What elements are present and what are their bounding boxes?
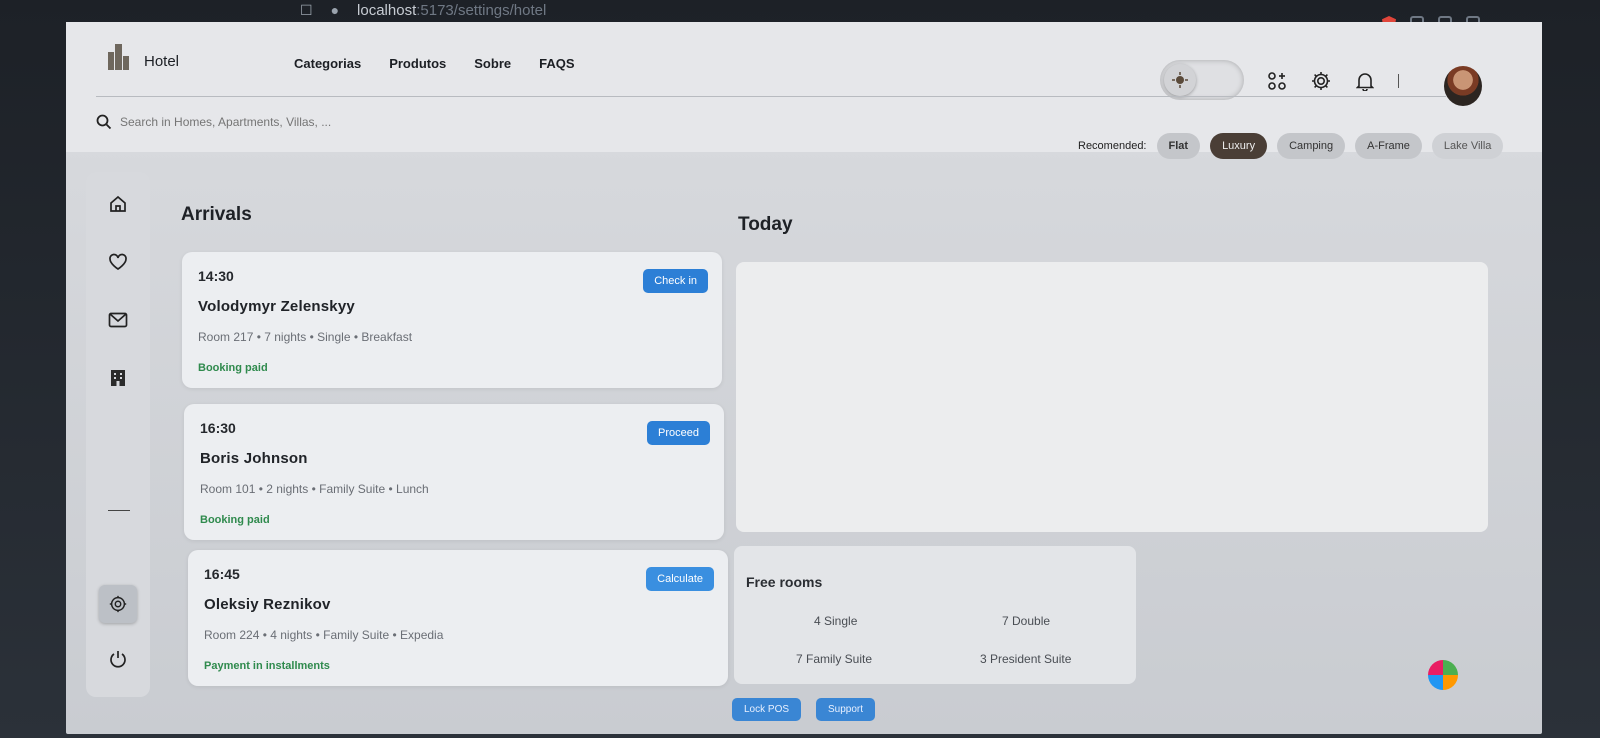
calculate-button[interactable]: Calculate <box>646 567 714 591</box>
url-text[interactable]: localhost:5173/settings/hotel <box>357 2 546 19</box>
guest-name: Volodymyr Zelenskyy <box>198 298 355 315</box>
home-icon[interactable] <box>99 185 137 223</box>
sidebar <box>86 172 150 697</box>
top-icons <box>1266 70 1399 92</box>
search-icon[interactable] <box>96 114 112 130</box>
bookmark-icon[interactable]: ☐ <box>300 2 313 19</box>
search-bar <box>96 114 380 130</box>
heart-icon[interactable] <box>99 243 137 281</box>
mail-icon[interactable] <box>99 301 137 339</box>
assistant-icon[interactable] <box>1428 660 1458 690</box>
free-room-count: 7 Family Suite <box>796 652 873 666</box>
navbar-divider <box>1398 74 1399 88</box>
building-icon[interactable] <box>99 359 137 397</box>
payment-status: Booking paid <box>200 514 270 526</box>
power-icon[interactable] <box>99 640 137 678</box>
arrival-time: 14:30 <box>198 268 234 284</box>
support-button[interactable]: Support <box>816 698 876 721</box>
menu-item-sobre[interactable]: Sobre <box>474 56 511 71</box>
arrival-card: 16:30 Boris Johnson Room 101 • 2 nights … <box>184 404 724 540</box>
theme-toggle[interactable] <box>1160 60 1244 100</box>
arrivals-heading: Arrivals <box>181 204 252 225</box>
free-rooms-title: Free rooms <box>746 574 823 590</box>
guest-name: Boris Johnson <box>200 450 308 467</box>
sidebar-divider <box>108 510 130 511</box>
gear-icon[interactable] <box>1310 70 1332 92</box>
menu-item-faqs[interactable]: FAQS <box>539 56 574 71</box>
apps-icon[interactable] <box>1266 70 1288 92</box>
recommended-label: Recomended: <box>1078 140 1147 152</box>
arrival-card: 16:45 Oleksiy Reznikov Room 224 • 4 nigh… <box>188 550 728 686</box>
top-navbar: Hotel Categorias Produtos Sobre FAQS Sea… <box>66 22 1542 159</box>
free-rooms-panel: Free rooms 4 Single 7 Double 7 Family Su… <box>734 546 1136 684</box>
filter-pill-a-frame[interactable]: A-Frame <box>1355 133 1422 159</box>
brand-name[interactable]: Hotel <box>144 53 179 70</box>
recommended-filters: Recomended: Flat Luxury Camping A-Frame … <box>1078 133 1504 159</box>
arrival-card: 14:30 Volodymyr Zelenskyy Room 217 • 7 n… <box>182 252 722 388</box>
filter-pill-luxury[interactable]: Luxury <box>1210 133 1268 159</box>
hotel-app: Hotel Categorias Produtos Sobre FAQS Sea… <box>66 22 1542 734</box>
info-icon[interactable]: ● <box>331 2 339 18</box>
main-menu: Categorias Produtos Sobre FAQS <box>294 56 575 71</box>
menu-item-produtos[interactable]: Produtos <box>389 56 446 71</box>
free-room-count: 3 President Suite <box>980 652 1072 666</box>
filter-pill-lake-villa[interactable]: Lake Villa <box>1431 133 1504 159</box>
lock-pos-button[interactable]: Lock POS <box>732 698 802 721</box>
bell-icon[interactable] <box>1354 70 1376 92</box>
filter-pill-camping[interactable]: Camping <box>1277 133 1346 159</box>
proceed-button[interactable]: Proceed <box>647 421 710 445</box>
search-input[interactable] <box>120 115 380 129</box>
free-room-count: 4 Single <box>814 614 858 628</box>
booking-details: Room 224 • 4 nights • Family Suite • Exp… <box>204 628 444 642</box>
address-bar[interactable]: ☐ ● localhost:5173/settings/hotel <box>300 0 546 20</box>
navbar-separator <box>96 96 1446 97</box>
arrival-time: 16:45 <box>204 566 240 582</box>
guest-name: Oleksiy Reznikov <box>204 596 331 613</box>
settings-icon[interactable] <box>99 585 137 623</box>
booking-details: Room 101 • 2 nights • Family Suite • Lun… <box>200 482 429 496</box>
payment-status: Booking paid <box>198 362 268 374</box>
today-panel <box>736 262 1488 532</box>
booking-details: Room 217 • 7 nights • Single • Breakfast <box>198 330 413 344</box>
avatar[interactable] <box>1444 66 1482 106</box>
hotel-logo-icon[interactable] <box>104 42 132 74</box>
arrival-time: 16:30 <box>200 420 236 436</box>
free-room-count: 7 Double <box>1002 614 1051 628</box>
check-in-button[interactable]: Check in <box>643 269 708 293</box>
filter-pill-flat[interactable]: Flat <box>1156 133 1201 159</box>
browser-frame: ☐ ● localhost:5173/settings/hotel Hotel … <box>0 0 1600 738</box>
today-heading: Today <box>738 214 793 235</box>
payment-status: Payment in installments <box>204 660 330 672</box>
sun-icon <box>1164 64 1196 96</box>
menu-item-categorias[interactable]: Categorias <box>294 56 361 71</box>
